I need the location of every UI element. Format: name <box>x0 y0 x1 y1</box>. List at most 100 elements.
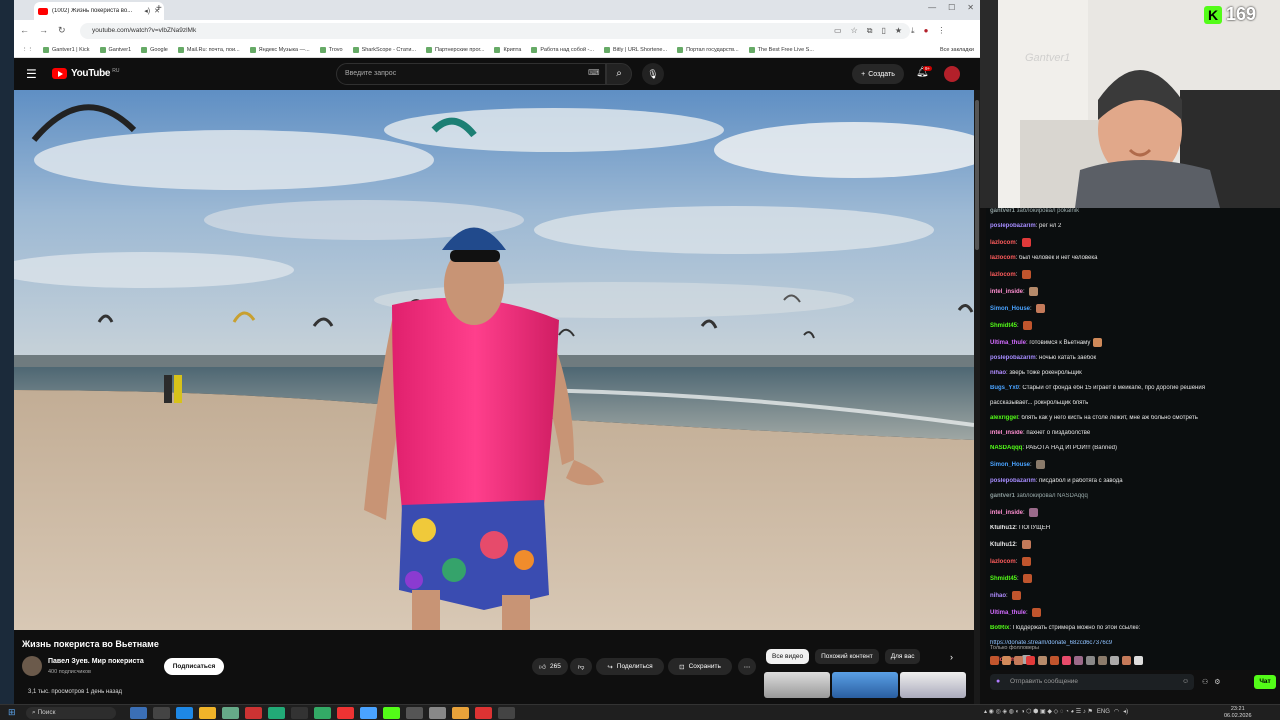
like-button[interactable]: 👍︎ 265 <box>532 658 568 675</box>
reload-icon[interactable]: ↻ <box>58 25 66 36</box>
taskbar-app-icon[interactable] <box>452 707 469 719</box>
emote-icon[interactable] <box>1074 656 1083 665</box>
related-thumbnail[interactable] <box>832 672 898 698</box>
chat-username[interactable]: Shmidt45 <box>990 576 1017 582</box>
dislike-button[interactable]: 👎︎ <box>570 658 592 675</box>
emote-icon[interactable] <box>1002 656 1011 665</box>
chip-all-videos[interactable]: Все видео <box>766 649 810 664</box>
channel-avatar[interactable] <box>22 656 42 676</box>
wifi-icon[interactable]: ◠ <box>1114 708 1119 715</box>
emote-icon[interactable] <box>1098 656 1107 665</box>
keyboard-icon[interactable]: ⌨ <box>588 68 600 77</box>
chat-username[interactable]: Ultima_thule <box>990 610 1026 616</box>
chat-username[interactable]: alexriggel <box>990 415 1018 421</box>
maximize-icon[interactable]: ☐ <box>948 3 955 12</box>
emote-icon[interactable] <box>990 656 999 665</box>
chevron-right-icon[interactable]: › <box>950 652 953 662</box>
chat-username[interactable]: intel_inside <box>990 430 1023 436</box>
new-tab-button[interactable]: + <box>156 3 162 14</box>
sidebar-icon[interactable]: ▯ <box>881 26 885 36</box>
language-indicator[interactable]: ENG <box>1097 709 1110 715</box>
emote-icon[interactable] <box>1134 656 1143 665</box>
bookmark-item[interactable]: Портал государств... <box>677 46 739 53</box>
chat-username[interactable]: BotRix <box>990 625 1009 631</box>
save-button[interactable]: ⊡ Сохранить <box>668 658 732 675</box>
search-input[interactable]: Введите запрос <box>336 63 606 85</box>
chat-username[interactable]: poslepobazarim <box>990 478 1036 484</box>
chat-username[interactable]: intel_inside <box>990 289 1023 295</box>
taskbar-app-icon[interactable] <box>475 707 492 719</box>
chat-input[interactable]: Отправить сообщение <box>990 674 1194 690</box>
taskbar-app-icon[interactable] <box>360 707 377 719</box>
taskbar-app-icon[interactable] <box>245 707 262 719</box>
chat-username[interactable]: gantver1 <box>990 493 1015 499</box>
chat-username[interactable]: nihao <box>990 370 1006 376</box>
taskbar-app-icon[interactable] <box>314 707 331 719</box>
taskbar-app-icon[interactable] <box>222 707 239 719</box>
chat-username[interactable]: Ktulhu12 <box>990 525 1016 531</box>
bookmark-item[interactable]: Google <box>141 46 168 53</box>
taskbar-app-icon[interactable] <box>337 707 354 719</box>
taskbar-app-icon[interactable] <box>498 707 515 719</box>
share-button[interactable]: ↪ Поделиться <box>596 658 664 675</box>
apps-grid-icon[interactable]: ⋮⋮ <box>22 47 33 53</box>
taskbar-app-icon[interactable] <box>176 707 193 719</box>
all-bookmarks-link[interactable]: Все закладки <box>940 47 980 53</box>
chip-for-you[interactable]: Для вас <box>884 649 921 664</box>
cast-icon[interactable]: ▭ <box>834 26 842 36</box>
taskbar-app-icon[interactable] <box>291 707 308 719</box>
voice-search-button[interactable]: 🎙︎ <box>642 63 664 85</box>
subscribe-button[interactable]: Подписаться <box>164 658 224 675</box>
bookmark-item[interactable]: Партнерские прог... <box>425 46 484 53</box>
bookmark-item[interactable]: Криптa <box>494 46 521 53</box>
chat-username[interactable]: poslepobazarim <box>990 355 1036 361</box>
account-avatar[interactable] <box>944 66 960 82</box>
emote-icon[interactable] <box>1122 656 1131 665</box>
download-icon[interactable]: ⤓ <box>911 26 915 36</box>
extensions-icon[interactable]: ⧉ <box>867 26 873 36</box>
taskbar-app-icon[interactable] <box>199 707 216 719</box>
address-bar[interactable]: youtube.com/watch?v=vlbZNa9zlMk <box>80 23 910 39</box>
bookmark-star-icon[interactable]: ★ <box>895 26 902 36</box>
emote-icon[interactable] <box>1026 656 1035 665</box>
chat-username[interactable]: Bugs_Yx0 <box>990 385 1019 391</box>
chat-username[interactable]: Shmidt45 <box>990 323 1017 329</box>
clock[interactable]: 23:21 06.02.2026 <box>1224 706 1252 720</box>
bookmark-item[interactable]: Trovo <box>319 46 343 53</box>
related-thumbnail[interactable] <box>764 672 830 698</box>
video-player[interactable] <box>14 90 974 630</box>
emoji-icon[interactable]: ☺ <box>1182 678 1189 685</box>
emote-icon[interactable] <box>1110 656 1119 665</box>
menu-icon[interactable]: ⋮ <box>937 26 945 36</box>
hamburger-menu-icon[interactable]: ☰ <box>26 67 37 81</box>
chat-username[interactable]: poslepobazarim <box>990 223 1036 229</box>
audio-icon[interactable]: ◂) <box>144 7 150 15</box>
taskbar-app-icon[interactable] <box>383 707 400 719</box>
close-window-icon[interactable]: ✕ <box>967 3 974 12</box>
chat-username[interactable]: Ktulhu12 <box>990 542 1016 548</box>
channel-name[interactable]: Павел Зуев. Мир покериста <box>48 658 144 665</box>
bookmark-item[interactable]: Работа над собой -... <box>531 46 594 53</box>
emote-icon[interactable] <box>1086 656 1095 665</box>
volume-icon[interactable]: ◂) <box>1123 708 1128 715</box>
bookmark-item[interactable]: SharkScope - Стати... <box>352 46 416 53</box>
minimize-icon[interactable]: — <box>928 3 936 12</box>
emote-icon[interactable] <box>1062 656 1071 665</box>
chat-username[interactable]: lazlocom <box>990 272 1016 278</box>
chat-username[interactable]: lazlocom <box>990 255 1016 261</box>
bookmark-item[interactable]: Gantver1 | Kick <box>43 46 90 53</box>
chat-username[interactable]: Simon_House <box>990 463 1030 469</box>
send-chat-button[interactable]: Чат <box>1254 675 1276 689</box>
related-thumbnail[interactable] <box>900 672 966 698</box>
scrollbar-thumb[interactable] <box>975 100 979 250</box>
chat-username[interactable]: intel_inside <box>990 510 1023 516</box>
more-actions-button[interactable]: ⋯ <box>738 658 756 675</box>
chat-username[interactable]: Ultima_thule <box>990 340 1026 346</box>
create-button[interactable]: + Создать <box>852 64 904 84</box>
bookmark-item[interactable]: Gantver1 <box>99 46 131 53</box>
chat-username[interactable]: NASDAqqq <box>990 445 1022 451</box>
taskbar-app-icon[interactable] <box>153 707 170 719</box>
star-icon[interactable]: ☆ <box>851 26 858 36</box>
taskbar-app-icon[interactable] <box>130 707 147 719</box>
emote-icon[interactable] <box>1014 656 1023 665</box>
